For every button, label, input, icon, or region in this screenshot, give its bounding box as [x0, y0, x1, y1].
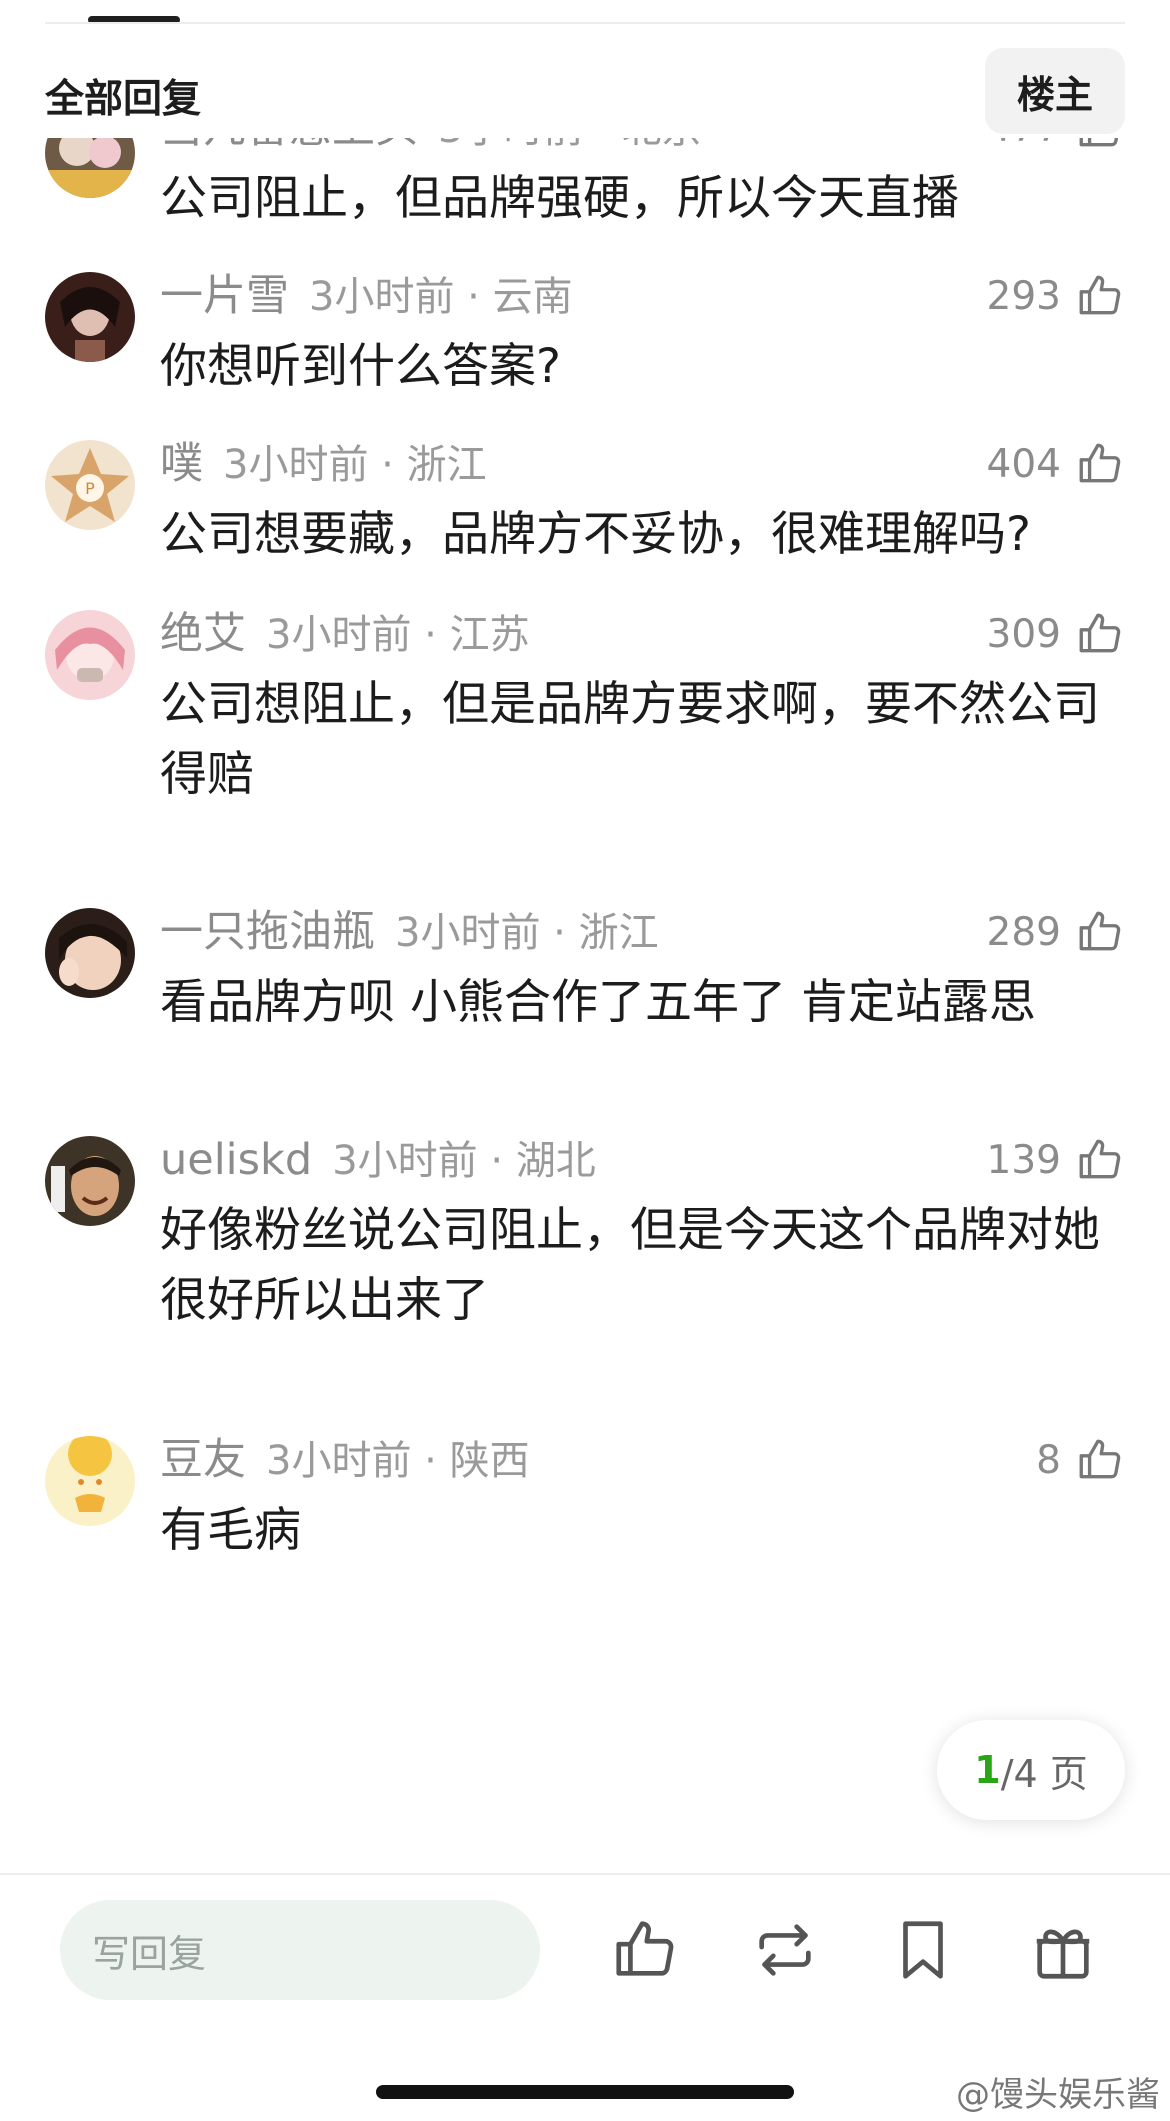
like-count: 293 — [986, 273, 1061, 319]
comment-text: 有毛病 — [160, 1503, 301, 1558]
like-count: 309 — [986, 611, 1061, 657]
gift-button[interactable] — [1028, 1915, 1098, 1985]
bottom-action-bar: 写回复 @馒头娱乐酱 — [0, 1873, 1170, 2121]
like-count: 477 — [987, 138, 1061, 151]
comment-location: 北京 — [622, 138, 702, 152]
avatar[interactable] — [45, 1436, 135, 1526]
svg-text:P: P — [85, 479, 95, 498]
like-count: 8 — [1036, 1437, 1061, 1483]
total-pages: /4 页 — [1000, 1751, 1088, 1796]
avatar[interactable]: P — [45, 440, 135, 530]
repost-icon — [759, 1924, 811, 1976]
username[interactable]: 绝艾 — [160, 609, 246, 659]
comment-location: 陕西 — [449, 1438, 530, 1484]
comment-time: 3小时前 — [309, 274, 455, 320]
like-count: 404 — [986, 441, 1061, 487]
like-control[interactable]: 309 — [987, 604, 1125, 664]
username[interactable]: 当几番感上头 — [160, 138, 418, 153]
like-control[interactable]: 8 — [1036, 1430, 1125, 1490]
section-title: 全部回复 — [45, 77, 202, 122]
comment-meta: 豆友 3小时前 · 陕西 — [160, 1435, 530, 1485]
thumbs-up-icon[interactable] — [1075, 271, 1125, 321]
comment-meta: 绝艾 3小时前 · 江苏 — [160, 609, 530, 659]
comment-time: 3小时前 — [332, 1138, 478, 1184]
comment-list[interactable]: 当几番感上头3小时前 · 北京 477 公司阻止，但品牌强硬，所以今天直播 一片… — [0, 138, 1170, 1873]
thumbs-up-icon[interactable] — [1075, 1135, 1125, 1185]
avatar[interactable] — [45, 610, 135, 700]
comment-time: 3小时前 — [438, 138, 583, 152]
repost-button[interactable] — [750, 1915, 820, 1985]
reply-input[interactable]: 写回复 — [60, 1900, 540, 2000]
comment-meta: 噗 3小时前 · 浙江 — [160, 439, 487, 489]
username[interactable]: ueliskd — [160, 1135, 312, 1185]
bookmark-icon — [903, 1921, 943, 1979]
op-filter-button[interactable]: 楼主 — [985, 48, 1125, 134]
comment-location: 浙江 — [578, 910, 659, 956]
avatar[interactable] — [45, 138, 135, 198]
divider — [45, 22, 1125, 24]
like-button[interactable] — [610, 1915, 680, 1985]
comment-meta: ueliskd 3小时前 · 湖北 — [160, 1135, 596, 1185]
comment-location: 江苏 — [449, 612, 530, 658]
like-control[interactable]: 404 — [987, 434, 1125, 494]
replies-header: 全部回复 楼主 — [0, 48, 1170, 138]
like-count: 289 — [986, 909, 1061, 955]
thumbs-up-icon[interactable] — [1075, 439, 1125, 489]
like-control[interactable]: 293 — [987, 266, 1125, 326]
like-control[interactable]: 477 — [987, 138, 1125, 158]
like-control[interactable]: 139 — [987, 1130, 1125, 1190]
thumbs-up-icon[interactable] — [1075, 1435, 1125, 1485]
comment-text: 公司想要藏，品牌方不妥协，很难理解吗? — [160, 507, 1031, 562]
username[interactable]: 噗 — [160, 439, 203, 489]
comment-time: 3小时前 — [395, 910, 541, 956]
like-count: 139 — [986, 1137, 1061, 1183]
thumbs-up-icon[interactable] — [1075, 907, 1125, 957]
comment-meta: 当几番感上头3小时前 · 北京 — [160, 138, 702, 158]
avatar[interactable] — [45, 908, 135, 998]
comment-meta: 一片雪 3小时前 · 云南 — [160, 271, 573, 321]
comment-text: 看品牌方呗 小熊合作了五年了 肯定站露思 — [160, 975, 1036, 1030]
comment-text: 公司想阻止，但是品牌方要求啊，要不然公司得赔 — [160, 677, 1100, 802]
avatar[interactable] — [45, 1136, 135, 1226]
comment-text: 公司阻止，但品牌强硬，所以今天直播 — [160, 171, 959, 226]
thumbs-up-icon[interactable] — [1075, 138, 1125, 153]
username[interactable]: 一片雪 — [160, 271, 289, 321]
bookmark-button[interactable] — [888, 1915, 958, 1985]
comment-time: 3小时前 — [223, 442, 369, 488]
comment-text: 你想听到什么答案? — [160, 339, 561, 394]
username[interactable]: 豆友 — [160, 1435, 246, 1485]
comment-location: 云南 — [492, 274, 573, 320]
thumbs-up-icon[interactable] — [1075, 609, 1125, 659]
current-page: 1 — [974, 1748, 1001, 1792]
like-icon — [616, 1921, 674, 1976]
page-indicator[interactable]: 1/4 页 — [937, 1720, 1125, 1820]
watermark: @馒头娱乐酱 — [956, 2075, 1160, 2115]
comment-text: 好像粉丝说公司阻止，但是今天这个品牌对她很好所以出来了 — [160, 1203, 1100, 1328]
avatar[interactable] — [45, 272, 135, 362]
comment-time: 3小时前 — [266, 612, 412, 658]
comment-time: 3小时前 — [266, 1438, 412, 1484]
comment-location: 浙江 — [406, 442, 487, 488]
username[interactable]: 一只拖油瓶 — [160, 907, 375, 957]
home-indicator — [376, 2085, 794, 2099]
gift-icon — [1036, 1929, 1090, 1979]
like-control[interactable]: 289 — [987, 902, 1125, 962]
comment-meta: 一只拖油瓶 3小时前 · 浙江 — [160, 907, 659, 957]
comment-location: 湖北 — [515, 1138, 596, 1184]
